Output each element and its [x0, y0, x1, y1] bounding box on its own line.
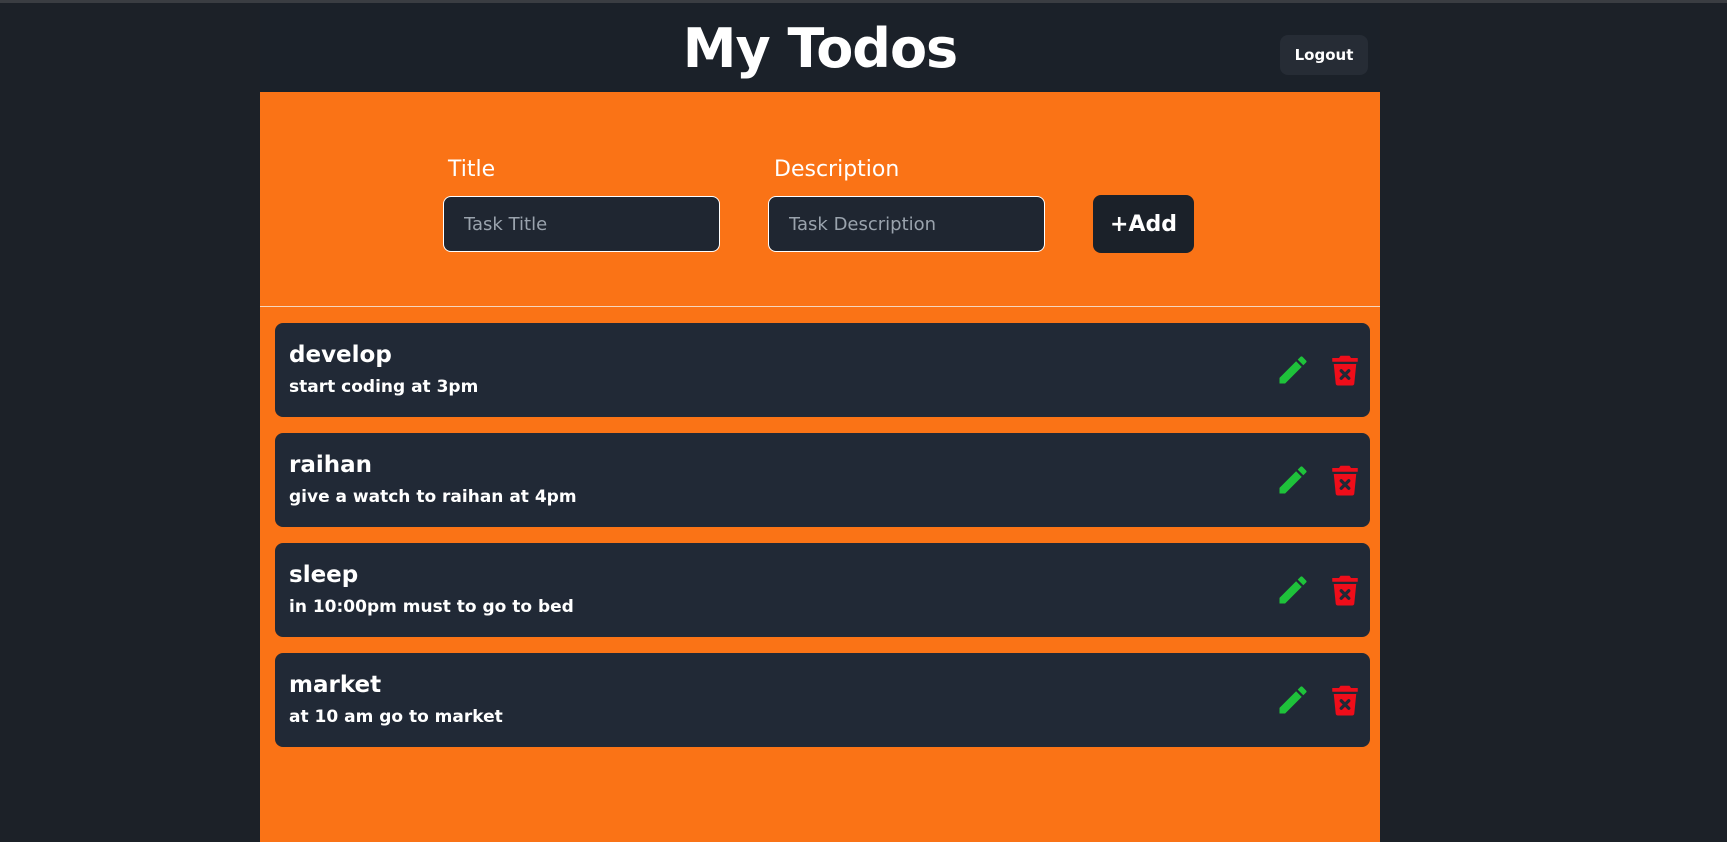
trash-icon — [1332, 465, 1358, 496]
todo-title: sleep — [289, 562, 359, 588]
edit-todo-button[interactable] — [1275, 351, 1311, 389]
todo-list: develop start coding at 3pm raihan give … — [275, 323, 1370, 763]
edit-todo-button[interactable] — [1275, 681, 1311, 719]
pencil-icon — [1279, 686, 1307, 714]
todo-description: start coding at 3pm — [289, 377, 479, 397]
app-header: My Todos Logout — [260, 3, 1380, 92]
todo-description: at 10 am go to market — [289, 707, 503, 727]
delete-todo-button[interactable] — [1327, 681, 1363, 719]
todo-app: My Todos Logout Title Description +Add d… — [260, 3, 1380, 842]
edit-todo-button[interactable] — [1275, 461, 1311, 499]
todo-item: sleep in 10:00pm must to go to bed — [275, 543, 1370, 637]
delete-todo-button[interactable] — [1327, 571, 1363, 609]
todo-description: give a watch to raihan at 4pm — [289, 487, 577, 507]
task-title-input[interactable] — [443, 196, 720, 252]
form-divider — [260, 306, 1380, 307]
todo-title: raihan — [289, 452, 373, 478]
pencil-icon — [1279, 356, 1307, 384]
todo-item: develop start coding at 3pm — [275, 323, 1370, 417]
add-task-button[interactable]: +Add — [1093, 195, 1194, 253]
trash-icon — [1332, 355, 1358, 386]
delete-todo-button[interactable] — [1327, 351, 1363, 389]
edit-todo-button[interactable] — [1275, 571, 1311, 609]
todo-item: raihan give a watch to raihan at 4pm — [275, 433, 1370, 527]
description-label: Description — [774, 157, 900, 182]
task-description-input[interactable] — [768, 196, 1045, 252]
page-title: My Todos — [682, 17, 958, 80]
todo-title: develop — [289, 342, 392, 368]
todo-item: market at 10 am go to market — [275, 653, 1370, 747]
logout-button[interactable]: Logout — [1280, 35, 1368, 75]
todo-description: in 10:00pm must to go to bed — [289, 597, 574, 617]
trash-icon — [1332, 575, 1358, 606]
todo-title: market — [289, 672, 382, 698]
title-label: Title — [448, 157, 496, 182]
pencil-icon — [1279, 466, 1307, 494]
trash-icon — [1332, 685, 1358, 716]
delete-todo-button[interactable] — [1327, 461, 1363, 499]
pencil-icon — [1279, 576, 1307, 604]
